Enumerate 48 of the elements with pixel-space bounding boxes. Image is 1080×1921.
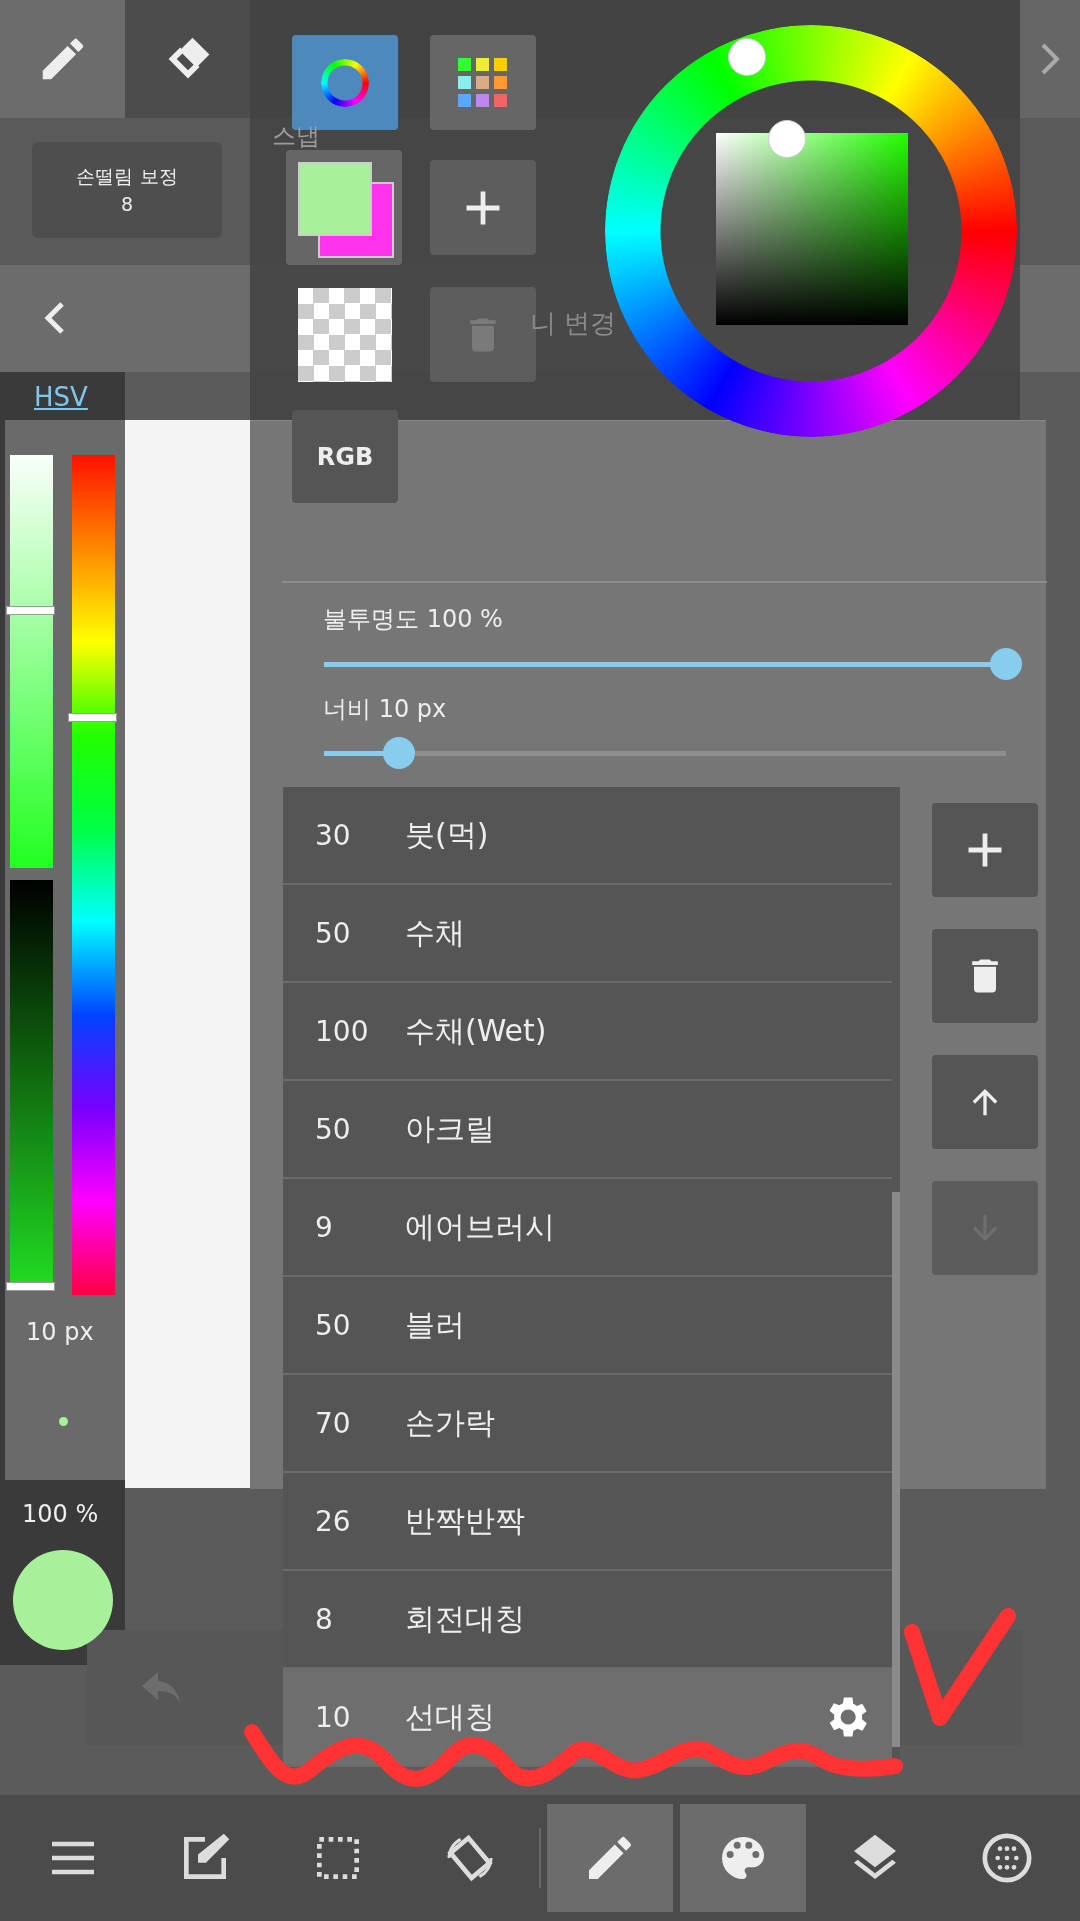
brush-name: 붓(먹)	[405, 815, 489, 854]
brush-size: 50	[314, 1112, 352, 1146]
slider-thumb[interactable]	[68, 713, 117, 722]
brush-size: 26	[314, 1504, 352, 1538]
brush-size: 50	[314, 916, 352, 950]
brush-size: 50	[314, 1308, 352, 1342]
brush-size-label: 10 px	[26, 1318, 94, 1346]
slider-thumb[interactable]	[383, 736, 415, 769]
brush-size: 8	[314, 1602, 334, 1636]
palette-button[interactable]	[679, 1804, 806, 1912]
opacity-label: 불투명도 100 %	[323, 604, 503, 635]
brush-name: 회전대칭	[405, 1599, 525, 1638]
opacity-label: 100 %	[22, 1500, 99, 1528]
add-button[interactable]	[932, 803, 1038, 897]
color-palette-tab[interactable]	[430, 35, 536, 130]
brush-name: 반짝반짝	[405, 1501, 525, 1540]
pencil-button[interactable]	[547, 1804, 674, 1912]
scrollbar[interactable]	[892, 1192, 900, 1747]
brush-name: 블러	[405, 1305, 465, 1344]
slider-thumb[interactable]	[6, 606, 55, 615]
width-label: 너비 10 px	[323, 694, 447, 725]
saturation-value-square[interactable]	[716, 133, 908, 325]
brush-size: 10	[314, 1700, 352, 1734]
foreground-background-swatch[interactable]	[286, 150, 402, 265]
brush-name: 선대칭	[405, 1697, 495, 1736]
add-color-button[interactable]	[430, 160, 536, 255]
brush-name: 에어브러시	[405, 1207, 555, 1246]
slider-thumb[interactable]	[6, 1281, 55, 1291]
brush-size: 30	[314, 818, 352, 852]
brush-name: 아크릴	[405, 1109, 495, 1148]
color-grid-icon	[458, 57, 508, 108]
snap-label: 스냅	[272, 121, 320, 152]
hsv-link[interactable]: HSV	[34, 382, 88, 412]
rgb-button[interactable]: RGB	[292, 410, 398, 503]
brush-name: 손가락	[405, 1403, 495, 1442]
partly-hidden-label: 니 변경	[530, 307, 617, 340]
brush-preview-dot	[59, 1417, 68, 1426]
stabilizer-button[interactable]: 손떨림 보정 8	[32, 142, 222, 238]
brush-name: 수채(Wet)	[405, 1011, 547, 1050]
transparent-color-swatch[interactable]	[298, 288, 392, 382]
brush-size: 70	[314, 1406, 352, 1440]
brush-size: 100	[314, 1014, 370, 1048]
slider-thumb[interactable]	[990, 647, 1022, 680]
pencil-tool-button[interactable]	[0, 0, 125, 118]
brush-size: 9	[314, 1210, 334, 1244]
color-ring-icon	[321, 58, 369, 107]
delete-button[interactable]	[932, 929, 1038, 1023]
brush-name: 수채	[405, 913, 465, 952]
